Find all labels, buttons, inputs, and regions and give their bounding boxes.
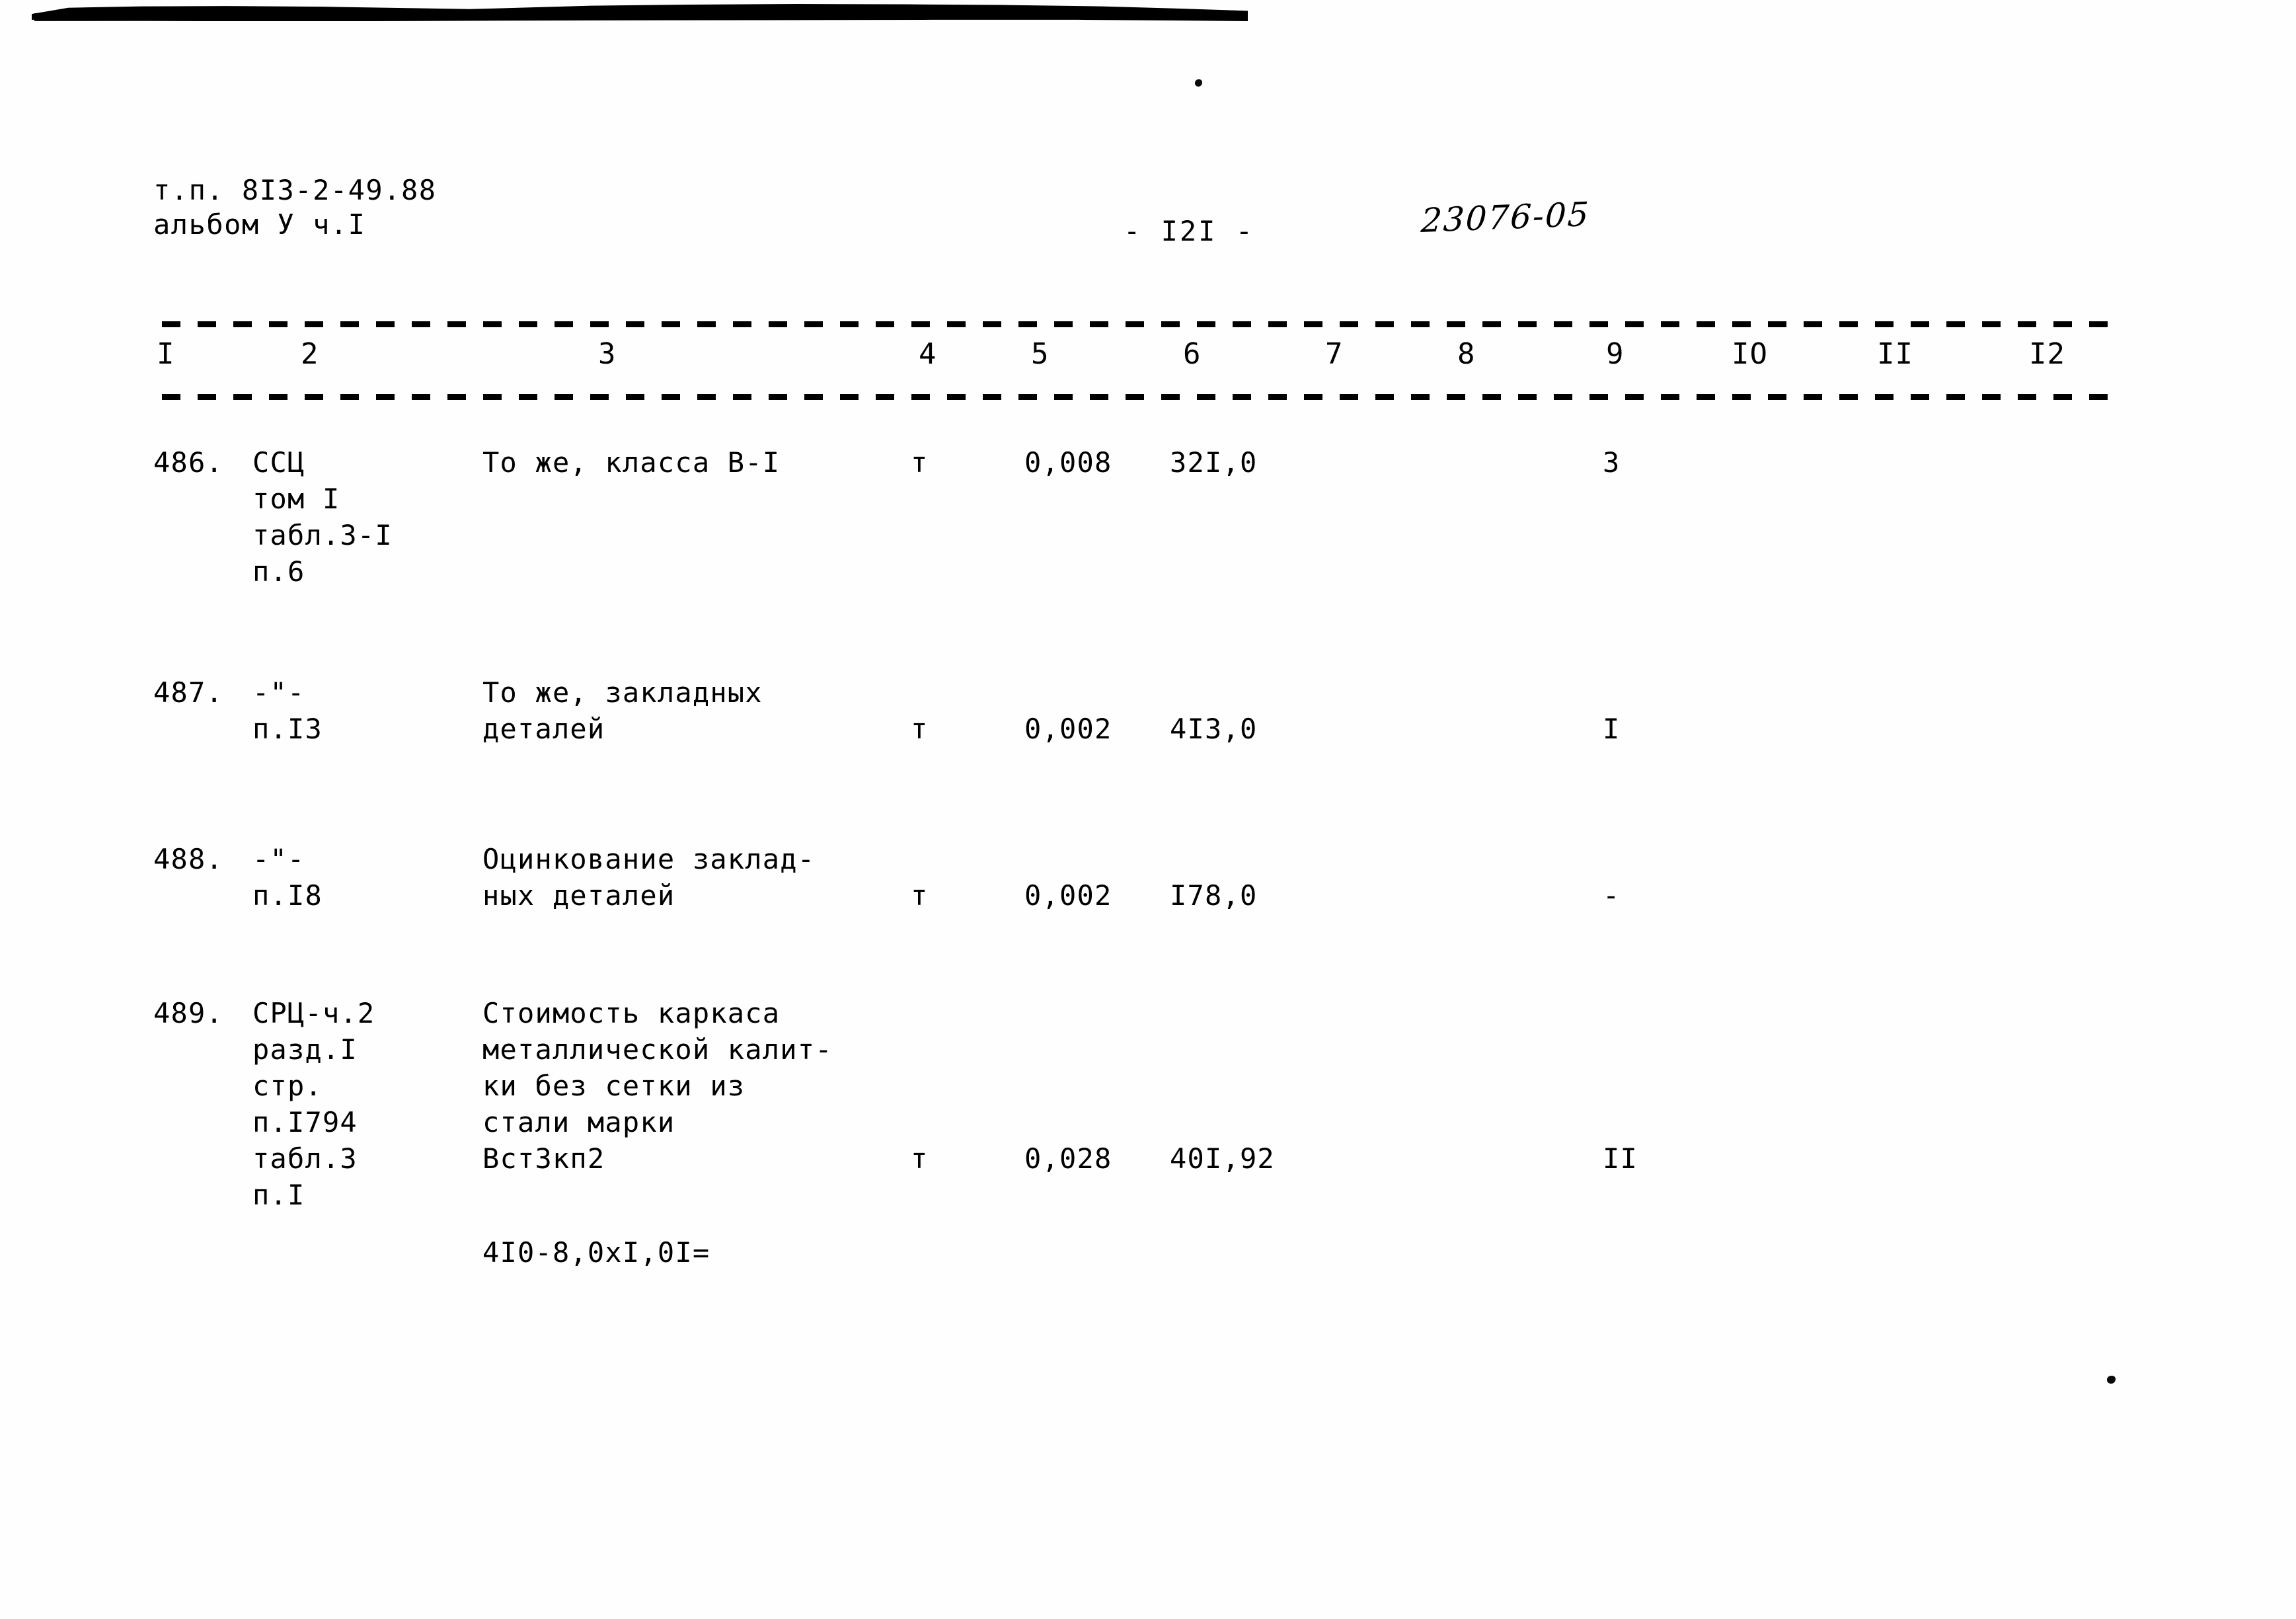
row-number: 489. — [153, 997, 223, 1029]
row-column-9: I — [1603, 713, 1621, 745]
column-header-9: 9 — [1606, 337, 1625, 371]
column-header-4: 4 — [919, 337, 937, 371]
column-header-7: 7 — [1325, 337, 1344, 371]
row-description: Оцинкование заклад- ных деталей — [482, 843, 816, 912]
row-column-9: 3 — [1603, 446, 1621, 479]
row-quantity: 0,002 — [1024, 713, 1112, 745]
row-description: Стоимость каркаса металлической калит- к… — [482, 997, 833, 1175]
column-header-8: 8 — [1457, 337, 1476, 371]
column-header-5: 5 — [1031, 337, 1050, 371]
row-number: 487. — [153, 676, 223, 709]
row-description: То же, класса В-I — [482, 446, 781, 479]
row-reference: СРЦ-ч.2 разд.I стр. п.I794 табл.3 п.I — [252, 997, 375, 1211]
column-header-2: 2 — [301, 337, 319, 371]
column-header-1: I — [157, 337, 175, 371]
column-header-3: 3 — [598, 337, 617, 371]
row-unit: т — [911, 879, 929, 912]
row-quantity: 0,002 — [1024, 879, 1112, 912]
row-price: 32I,0 — [1170, 446, 1258, 479]
table-rule-bottom — [162, 394, 2122, 400]
page-number: - I2I - — [1124, 215, 1255, 247]
row-unit: т — [911, 446, 929, 479]
row-column-9: II — [1603, 1142, 1638, 1175]
row-number: 488. — [153, 843, 223, 875]
scan-speck-bottom — [2107, 1376, 2116, 1384]
row-number: 486. — [153, 446, 223, 479]
row-description: То же, закладных деталей — [482, 676, 763, 745]
row-quantity: 0,008 — [1024, 446, 1112, 479]
scan-speck-top — [1195, 79, 1202, 87]
row-reference: ССЦ том I табл.3-I п.6 — [252, 446, 393, 588]
document-identifier: т.п. 8I3-2-49.88 альбом У ч.I — [153, 174, 437, 241]
archive-stamp: 23076-05 — [1420, 195, 1591, 240]
row-price: 4I3,0 — [1170, 713, 1258, 745]
table-column-headers: I 2 3 4 5 6 7 8 9 IO II I2 — [0, 337, 2296, 383]
row-column-9: - — [1603, 879, 1621, 912]
row-unit: т — [911, 713, 929, 745]
calculation-note: 4I0-8,0xI,0I= — [482, 1236, 710, 1269]
column-header-6: 6 — [1183, 337, 1202, 371]
column-header-12: I2 — [2029, 337, 2065, 371]
row-reference: -"- п.I3 — [252, 676, 323, 745]
column-header-10: IO — [1732, 337, 1768, 371]
document-page: т.п. 8I3-2-49.88 альбом У ч.I - I2I - 23… — [0, 0, 2296, 1619]
row-quantity: 0,028 — [1024, 1142, 1112, 1175]
row-reference: -"- п.I8 — [252, 843, 323, 912]
column-header-11: II — [1877, 337, 1913, 371]
table-rule-top — [162, 321, 2122, 327]
row-price: I78,0 — [1170, 879, 1258, 912]
row-price: 40I,92 — [1170, 1142, 1275, 1175]
row-unit: т — [911, 1142, 929, 1175]
